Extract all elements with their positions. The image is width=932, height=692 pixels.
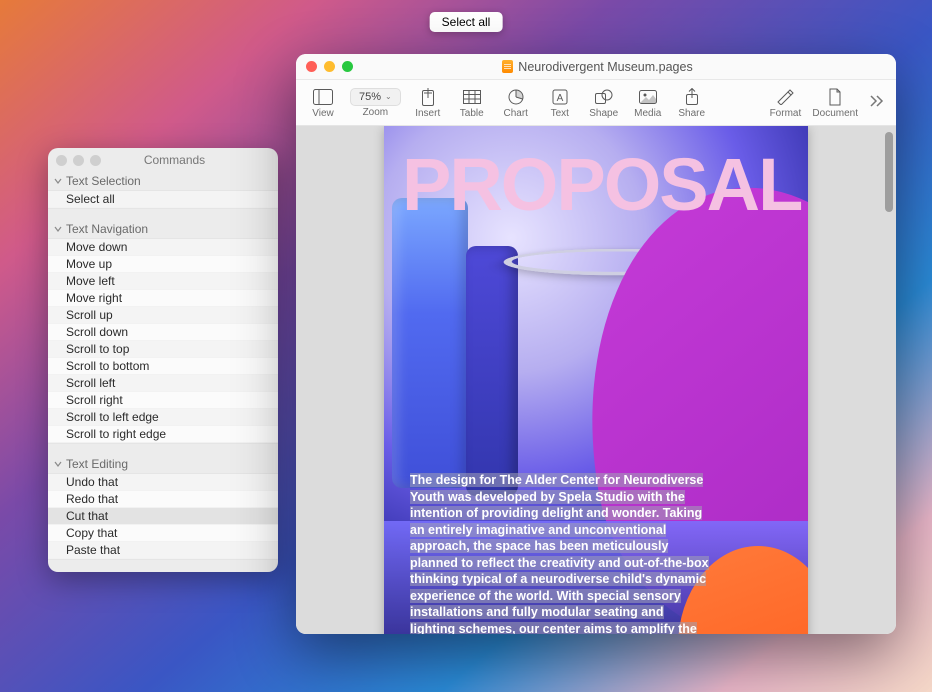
table-icon — [463, 87, 481, 107]
document-button[interactable]: Document — [808, 80, 862, 125]
sidebar-icon — [313, 87, 333, 107]
chart-icon — [508, 87, 524, 107]
close-icon[interactable] — [56, 155, 67, 166]
close-button[interactable] — [306, 61, 317, 72]
voice-control-tooltip: Select all — [430, 12, 503, 32]
command-item[interactable]: Scroll to left edge — [48, 409, 278, 426]
commands-titlebar: Commands — [48, 148, 278, 171]
command-item[interactable]: Copy that — [48, 525, 278, 542]
chevron-down-icon — [54, 460, 62, 468]
document-title: Neurodivergent Museum.pages — [518, 60, 692, 74]
scrollbar-thumb[interactable] — [885, 132, 893, 212]
insert-icon — [420, 87, 436, 107]
zoom-value[interactable]: 75%⌄ — [350, 88, 401, 106]
command-item[interactable]: Select all — [48, 191, 278, 208]
page-heading[interactable]: PROPOSAL — [402, 142, 808, 227]
document-page[interactable]: PROPOSAL The design for The Alder Center… — [384, 126, 808, 634]
command-item[interactable]: Move down — [48, 239, 278, 256]
commands-title: Commands — [79, 153, 270, 167]
commands-panel: Commands Text Selection Select all Text Na… — [48, 148, 278, 572]
page-body-text[interactable]: The design for The Alder Center for Neur… — [410, 472, 712, 634]
text-button[interactable]: A Text — [539, 80, 581, 125]
view-button[interactable]: View — [302, 80, 344, 125]
section-title: Text Selection — [66, 174, 141, 188]
selected-body-text[interactable]: The design for The Alder Center for Neur… — [410, 473, 709, 634]
command-item[interactable]: Scroll down — [48, 324, 278, 341]
art-pillar-2 — [466, 246, 518, 496]
commands-section-header[interactable]: Text Navigation — [48, 219, 278, 238]
format-icon — [776, 87, 794, 107]
svg-text:A: A — [556, 93, 563, 104]
command-item[interactable]: Scroll left — [48, 375, 278, 392]
command-item[interactable]: Paste that — [48, 542, 278, 559]
command-item[interactable]: Move up — [48, 256, 278, 273]
chevron-right-double-icon — [870, 95, 884, 107]
commands-section-header[interactable]: Text Editing — [48, 454, 278, 473]
window-titlebar[interactable]: Neurodivergent Museum.pages — [296, 54, 896, 80]
section-title: Text Navigation — [66, 222, 148, 236]
zoom-button[interactable]: 75%⌄ Zoom — [346, 80, 405, 125]
insert-button[interactable]: Insert — [407, 80, 449, 125]
section-title: Text Editing — [66, 457, 128, 471]
share-icon — [685, 87, 699, 107]
pages-document-icon — [502, 60, 513, 73]
command-item[interactable]: Cut that — [48, 508, 278, 525]
pages-app-window: Neurodivergent Museum.pages View 75%⌄ Zo… — [296, 54, 896, 634]
document-icon — [828, 87, 842, 107]
toolbar-overflow-button[interactable] — [864, 94, 890, 112]
chart-button[interactable]: Chart — [495, 80, 537, 125]
share-button[interactable]: Share — [671, 80, 713, 125]
chevron-down-icon: ⌄ — [385, 92, 392, 101]
chevron-down-icon — [54, 225, 62, 233]
document-canvas[interactable]: PROPOSAL The design for The Alder Center… — [296, 126, 896, 634]
commands-section-header[interactable]: Text Selection — [48, 171, 278, 190]
command-item[interactable]: Scroll to right edge — [48, 426, 278, 443]
media-icon — [639, 87, 657, 107]
minimize-button[interactable] — [324, 61, 335, 72]
command-item[interactable]: Scroll right — [48, 392, 278, 409]
fullscreen-button[interactable] — [342, 61, 353, 72]
command-item[interactable]: Move right — [48, 290, 278, 307]
command-item[interactable]: Undo that — [48, 474, 278, 491]
toolbar: View 75%⌄ Zoom Insert Table Chart A — [296, 80, 896, 126]
table-button[interactable]: Table — [451, 80, 493, 125]
text-icon: A — [552, 87, 568, 107]
command-item[interactable]: Scroll up — [48, 307, 278, 324]
media-button[interactable]: Media — [627, 80, 669, 125]
command-item[interactable]: Move left — [48, 273, 278, 290]
format-button[interactable]: Format — [764, 80, 806, 125]
command-item[interactable]: Redo that — [48, 491, 278, 508]
command-item[interactable]: Scroll to top — [48, 341, 278, 358]
vertical-scrollbar[interactable] — [884, 132, 894, 628]
shape-icon — [595, 87, 613, 107]
shape-button[interactable]: Shape — [583, 80, 625, 125]
art-pillar — [392, 198, 468, 488]
command-item[interactable]: Scroll to bottom — [48, 358, 278, 375]
chevron-down-icon — [54, 177, 62, 185]
